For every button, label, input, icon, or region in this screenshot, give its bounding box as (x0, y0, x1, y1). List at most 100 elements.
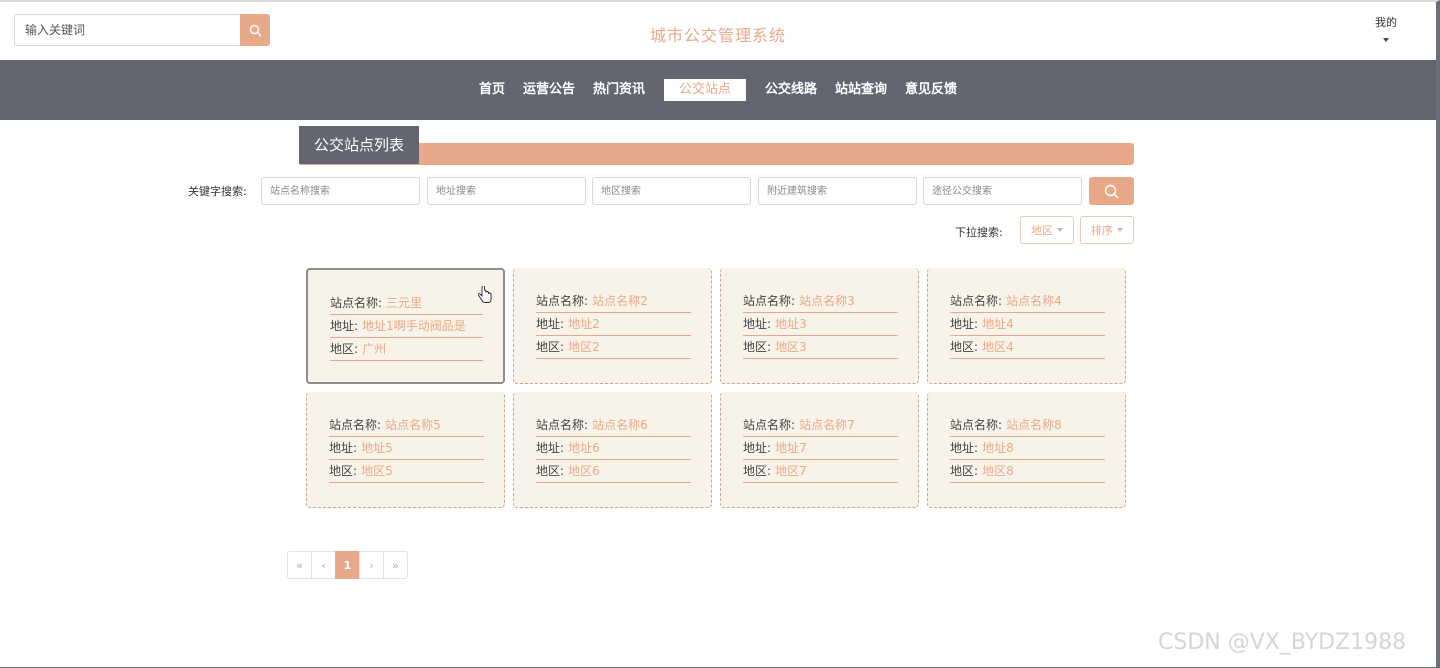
card-area-value: 地区8 (982, 464, 1014, 478)
card-address-value: 地址7 (775, 441, 807, 455)
station-card[interactable]: 站点名称: 站点名称8 地址: 地址8 地区: 地区8 (927, 392, 1126, 508)
pagination-next[interactable]: › (359, 551, 384, 579)
nav-item-stations[interactable]: 公交站点 (663, 79, 746, 101)
card-name-label: 站点名称 (743, 418, 792, 432)
nav-item-routes[interactable]: 公交线路 (756, 79, 826, 101)
card-area-value: 地区5 (361, 464, 393, 478)
card-name-value: 站点名称4 (1006, 294, 1062, 308)
page: 城市公交管理系统 我的 首页 运营公告 热门资讯 公交站点 公交线路 站站查询 … (0, 0, 1440, 668)
card-area-label: 地区 (536, 464, 561, 478)
card-row-area: 地区: 地区6 (536, 460, 691, 483)
caret-down-icon (1383, 38, 1389, 42)
card-area-value: 地区2 (568, 340, 600, 354)
card-address-label: 地址 (950, 317, 975, 331)
card-row-name: 站点名称: 站点名称8 (950, 414, 1105, 437)
card-row-address: 地址: 地址8 (950, 437, 1105, 460)
card-name-value: 站点名称6 (592, 418, 648, 432)
address-search-input[interactable] (427, 177, 586, 205)
card-area-label: 地区 (329, 464, 354, 478)
section-title: 公交站点列表 (299, 126, 419, 164)
card-row-area: 地区: 地区5 (329, 460, 484, 483)
card-row-area: 地区: 地区4 (950, 336, 1105, 359)
station-card[interactable]: 站点名称: 站点名称5 地址: 地址5 地区: 地区5 (306, 392, 505, 508)
card-address-value: 地址1啊手动阀品是 (362, 319, 466, 333)
card-address-label: 地址 (536, 317, 561, 331)
user-menu[interactable]: 我的 (1366, 14, 1406, 42)
card-row-name: 站点名称: 站点名称6 (536, 414, 691, 437)
card-area-label: 地区 (743, 340, 768, 354)
pagination-last[interactable]: » (383, 551, 408, 579)
station-card[interactable]: 站点名称: 三元里 地址: 地址1啊手动阀品是 地区: 广州 (306, 268, 505, 384)
card-address-label: 地址 (330, 319, 355, 333)
area-dropdown-label: 地区 (1031, 224, 1053, 237)
nearby-building-search-input[interactable] (758, 177, 917, 205)
card-area-value: 广州 (362, 342, 387, 356)
pagination-prev[interactable]: ‹ (311, 551, 336, 579)
station-card[interactable]: 站点名称: 站点名称6 地址: 地址6 地区: 地区6 (513, 392, 712, 508)
card-address-value: 地址8 (982, 441, 1014, 455)
card-row-address: 地址: 地址4 (950, 313, 1105, 336)
card-area-value: 地区7 (775, 464, 807, 478)
card-row-address: 地址: 地址2 (536, 313, 691, 336)
dropdown-search-label: 下拉搜索: (955, 226, 1003, 239)
station-card[interactable]: 站点名称: 站点名称2 地址: 地址2 地区: 地区2 (513, 268, 712, 384)
station-card[interactable]: 站点名称: 站点名称7 地址: 地址7 地区: 地区7 (720, 392, 919, 508)
filter-search-button[interactable] (1089, 177, 1134, 205)
card-address-label: 地址 (743, 441, 768, 455)
card-address-label: 地址 (536, 441, 561, 455)
passing-bus-search-input[interactable] (923, 177, 1082, 205)
top-bar: 城市公交管理系统 我的 (0, 2, 1436, 60)
user-menu-label: 我的 (1375, 16, 1397, 29)
card-address-value: 地址3 (775, 317, 807, 331)
station-card[interactable]: 站点名称: 站点名称4 地址: 地址4 地区: 地区4 (927, 268, 1126, 384)
nav-item-feedback[interactable]: 意见反馈 (896, 79, 966, 101)
card-row-address: 地址: 地址1啊手动阀品是 (330, 315, 483, 338)
card-row-name: 站点名称: 站点名称5 (329, 414, 484, 437)
nav-item-announcements[interactable]: 运营公告 (514, 79, 584, 101)
card-name-label: 站点名称 (536, 294, 585, 308)
card-row-area: 地区: 地区7 (743, 460, 898, 483)
card-row-name: 站点名称: 站点名称2 (536, 290, 691, 313)
card-row-address: 地址: 地址3 (743, 313, 898, 336)
card-address-value: 地址2 (568, 317, 600, 331)
card-name-label: 站点名称 (950, 418, 999, 432)
card-name-value: 站点名称3 (799, 294, 855, 308)
card-row-name: 站点名称: 站点名称3 (743, 290, 898, 313)
sort-dropdown[interactable]: 排序 (1080, 216, 1134, 244)
card-address-label: 地址 (329, 441, 354, 455)
pagination-page-1[interactable]: 1 (335, 551, 360, 579)
card-name-label: 站点名称 (743, 294, 792, 308)
card-name-label: 站点名称 (950, 294, 999, 308)
card-area-label: 地区 (950, 340, 975, 354)
section-header-bar (300, 143, 1134, 165)
card-row-area: 地区: 地区8 (950, 460, 1105, 483)
card-row-address: 地址: 地址7 (743, 437, 898, 460)
card-address-value: 地址6 (568, 441, 600, 455)
area-search-input[interactable] (592, 177, 751, 205)
watermark: CSDN @VX_BYDZ1988 (1158, 630, 1407, 655)
nav-item-news[interactable]: 热门资讯 (584, 79, 654, 101)
card-area-label: 地区 (743, 464, 768, 478)
card-name-value: 站点名称5 (385, 418, 441, 432)
card-name-value: 站点名称7 (799, 418, 855, 432)
pagination: « ‹ 1 › » (287, 551, 408, 579)
card-area-value: 地区4 (982, 340, 1014, 354)
caret-down-icon (1057, 228, 1063, 232)
card-area-label: 地区 (330, 342, 355, 356)
nav-item-home[interactable]: 首页 (470, 79, 514, 101)
card-row-area: 地区: 地区2 (536, 336, 691, 359)
station-name-search-input[interactable] (261, 177, 420, 205)
card-area-label: 地区 (950, 464, 975, 478)
area-dropdown[interactable]: 地区 (1020, 216, 1074, 244)
station-card[interactable]: 站点名称: 站点名称3 地址: 地址3 地区: 地区3 (720, 268, 919, 384)
card-name-value: 三元里 (386, 296, 423, 310)
hand-cursor-icon (478, 286, 492, 303)
nav-item-station-query[interactable]: 站站查询 (826, 79, 896, 101)
card-row-address: 地址: 地址5 (329, 437, 484, 460)
card-row-area: 地区: 地区3 (743, 336, 898, 359)
card-name-value: 站点名称8 (1006, 418, 1062, 432)
card-address-label: 地址 (950, 441, 975, 455)
sort-dropdown-label: 排序 (1091, 224, 1113, 237)
pagination-first[interactable]: « (287, 551, 312, 579)
card-row-name: 站点名称: 站点名称4 (950, 290, 1105, 313)
